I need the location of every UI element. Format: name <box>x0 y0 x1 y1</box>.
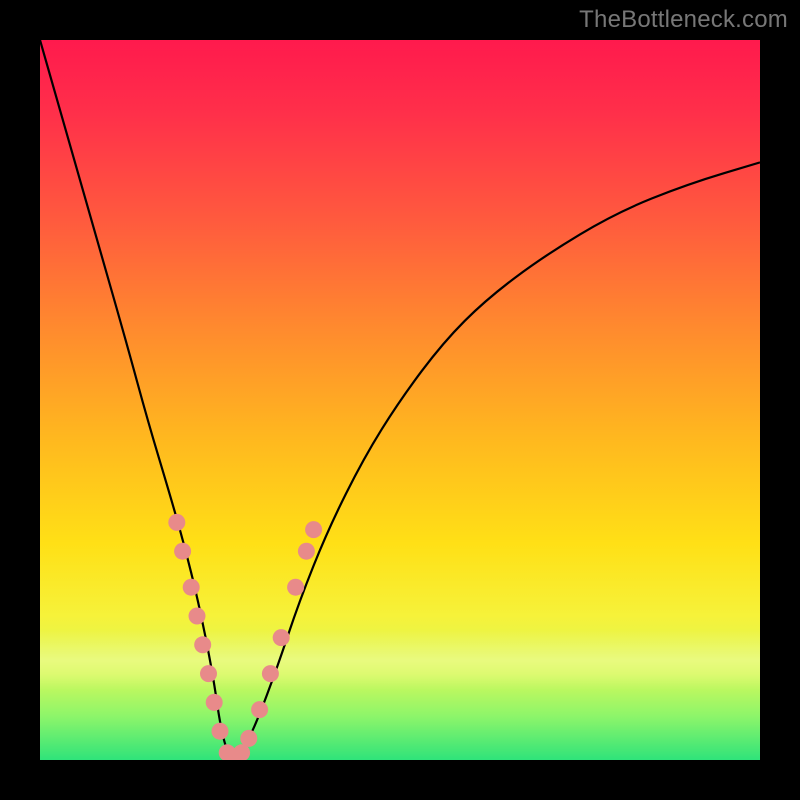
data-point <box>194 636 211 653</box>
data-point <box>298 543 315 560</box>
data-point <box>200 665 217 682</box>
data-point <box>174 543 191 560</box>
plot-area <box>40 40 760 760</box>
watermark-text: TheBottleneck.com <box>579 6 788 34</box>
chart-svg <box>40 40 760 760</box>
bottleneck-curve <box>40 40 760 758</box>
data-point <box>240 730 257 747</box>
data-point <box>251 701 268 718</box>
data-point <box>168 514 185 531</box>
data-point <box>206 694 223 711</box>
data-point <box>262 665 279 682</box>
data-point <box>273 629 290 646</box>
data-point <box>287 579 304 596</box>
data-point <box>189 608 206 625</box>
data-point <box>212 723 229 740</box>
data-point <box>305 521 322 538</box>
data-markers <box>168 514 322 760</box>
data-point <box>183 579 200 596</box>
chart-frame: TheBottleneck.com <box>0 0 800 800</box>
